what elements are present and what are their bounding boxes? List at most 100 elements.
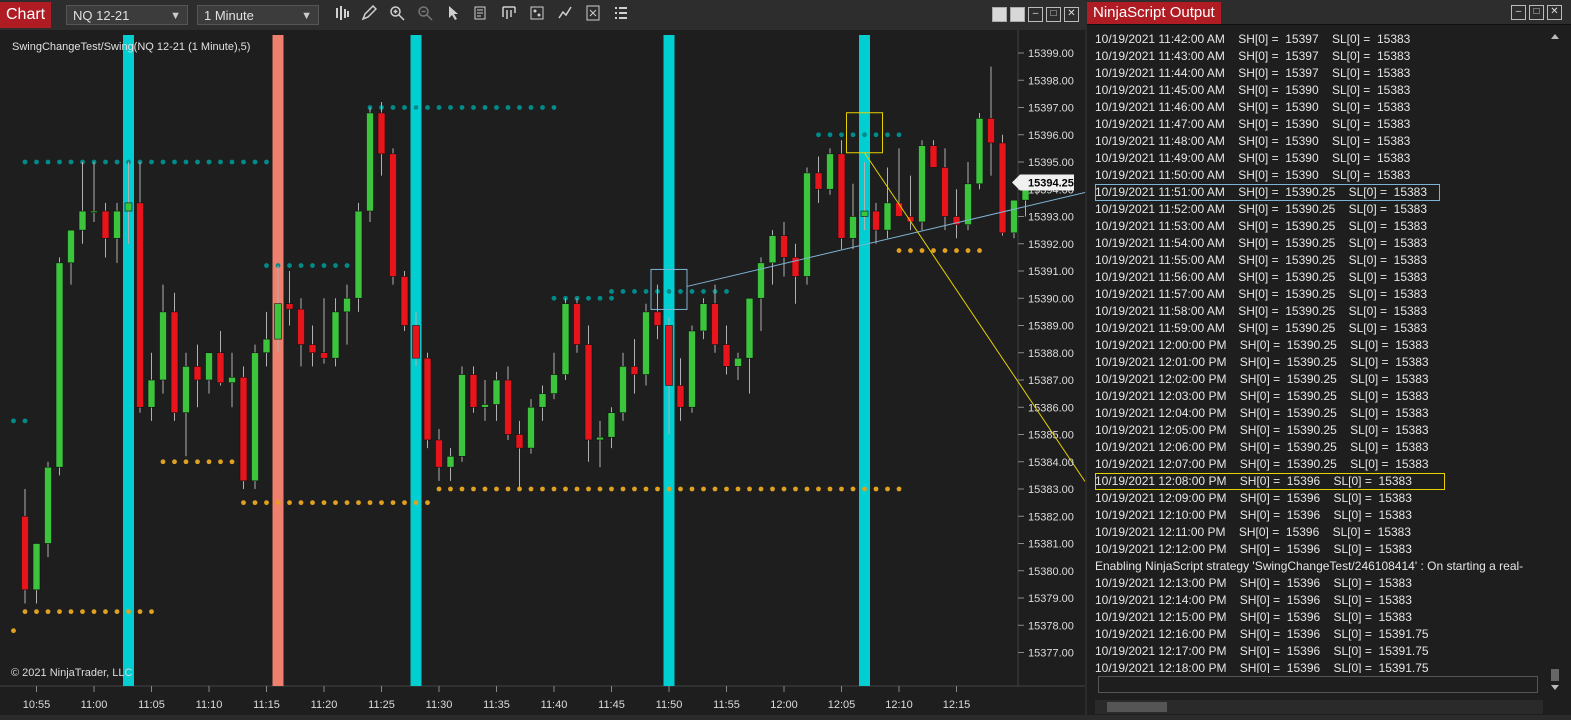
swing-high-dot <box>517 105 522 110</box>
x-tick-label: 11:30 <box>426 699 453 711</box>
y-tick-label: 15398.00 <box>1028 75 1074 87</box>
zoom-in-icon[interactable] <box>387 5 407 25</box>
swing-low-dot <box>413 500 419 506</box>
scroll-thumb[interactable] <box>1551 669 1559 681</box>
bar-type-icon[interactable] <box>332 5 352 25</box>
chevron-down-icon: ▼ <box>170 10 181 22</box>
chart-trader-icon[interactable] <box>555 5 575 25</box>
swing-low-dot <box>298 500 304 506</box>
y-tick-label: 15379.00 <box>1028 593 1074 605</box>
candle-body <box>492 379 501 405</box>
x-tick-label: 10:55 <box>23 699 51 711</box>
price-chart[interactable]: 15377.00 15378.00 15379.00 15380.00 15381.00… <box>0 30 1086 715</box>
swing-low-dot <box>643 486 649 492</box>
zoom-out-icon[interactable] <box>415 5 435 25</box>
swing-high-dot <box>402 105 407 110</box>
signal-highlight-bar <box>272 35 284 686</box>
swing-high-dot <box>471 105 476 110</box>
properties-icon[interactable] <box>499 5 519 25</box>
swing-high-dot <box>551 295 557 301</box>
swing-low-dot <box>563 486 568 492</box>
swing-low-dot <box>91 609 97 615</box>
scroll-down-icon[interactable] <box>1551 685 1559 690</box>
candle-body <box>527 406 535 449</box>
chart-canvas[interactable]: 15377.00 15378.00 15379.00 15380.00 15381.00… <box>0 30 1086 715</box>
close-button[interactable]: ✕ <box>1064 7 1079 22</box>
output-line: 10/19/2021 11:56:00 AM SH[0] = 15390.25 … <box>1095 270 1428 284</box>
candle-body <box>124 202 133 212</box>
swing-high-dot <box>839 132 844 138</box>
tile-left-icon[interactable] <box>992 7 1007 22</box>
close-button[interactable]: ✕ <box>1547 5 1562 20</box>
minimize-button[interactable]: – <box>1511 5 1526 20</box>
candle-body <box>262 338 271 354</box>
swing-high-dot <box>551 105 557 110</box>
minimize-button[interactable]: – <box>1028 7 1043 22</box>
vertical-scrollbar[interactable] <box>1545 31 1565 695</box>
candle-body <box>239 376 248 482</box>
swing-high-dot <box>494 105 499 110</box>
y-tick-label: 15387.00 <box>1028 375 1074 387</box>
candle-body <box>918 145 926 223</box>
swing-high-dot <box>862 132 867 138</box>
swing-high-dot <box>586 295 591 301</box>
candle-body <box>607 412 616 438</box>
swing-low-dot <box>655 486 660 492</box>
output-line: 10/19/2021 12:09:00 PM SH[0] = 15396 SL[… <box>1095 491 1412 505</box>
instrument-selector[interactable]: NQ 12-21 ▼ <box>66 5 188 25</box>
interval-selector[interactable]: 1 Minute ▼ <box>197 5 319 25</box>
swing-low-dot <box>11 628 16 634</box>
swing-low-dot <box>321 500 327 506</box>
pencil-icon[interactable] <box>359 4 379 25</box>
swing-high-dot <box>344 263 350 268</box>
y-tick-label: 15384.00 <box>1028 457 1074 469</box>
chart-window-title[interactable]: Chart <box>0 2 52 28</box>
candle-body <box>642 311 650 375</box>
x-tick-label: 11:55 <box>713 699 740 711</box>
notes-icon[interactable] <box>583 5 603 25</box>
swing-low-dot <box>448 486 453 492</box>
x-tick-label: 11:40 <box>541 699 568 711</box>
hscroll-thumb[interactable] <box>1107 702 1167 712</box>
pointer-icon[interactable] <box>443 5 463 25</box>
chart-toolbar: Chart NQ 12-21 ▼ 1 Minute ▼ – □ ✕ <box>0 0 1085 31</box>
swing-high-dot <box>896 132 902 138</box>
candle-body <box>389 153 397 277</box>
swing-high-dot <box>22 418 28 424</box>
candle-body <box>883 202 892 231</box>
menu-icon[interactable] <box>611 5 631 25</box>
swing-low-dot <box>275 500 281 506</box>
x-tick-label: 11:25 <box>368 699 395 711</box>
swing-low-dot <box>666 486 672 492</box>
output-log[interactable]: 10/19/2021 11:42:00 AM SH[0] = 15397 SL[… <box>1095 31 1541 673</box>
scroll-up-icon[interactable] <box>1551 34 1559 39</box>
swing-low-dot <box>942 248 948 253</box>
output-window-title[interactable]: NinjaScript Output <box>1087 2 1221 24</box>
strategies-icon[interactable] <box>527 5 547 25</box>
swing-high-dot <box>678 289 683 294</box>
tile-right-icon[interactable] <box>1010 7 1025 22</box>
candle-body <box>320 352 328 359</box>
candle-body <box>964 183 972 225</box>
output-input-box[interactable] <box>1098 676 1538 693</box>
candle-body <box>768 235 777 264</box>
output-line: 10/19/2021 12:02:00 PM SH[0] = 15390.25 … <box>1095 372 1429 386</box>
output-line: 10/19/2021 11:48:00 AM SH[0] = 15390 SL[… <box>1095 134 1411 148</box>
data-box-icon[interactable] <box>471 5 491 25</box>
swing-low-dot <box>149 609 154 615</box>
output-line: 10/19/2021 11:45:00 AM SH[0] = 15390 SL[… <box>1095 83 1411 97</box>
candle-body <box>136 202 144 408</box>
candle-body <box>975 118 984 185</box>
horizontal-scrollbar[interactable] <box>1095 700 1543 714</box>
swing-high-dot <box>298 263 304 268</box>
swing-high-dot <box>413 105 419 110</box>
candle-body <box>515 434 524 449</box>
candle-body <box>32 543 41 591</box>
maximize-button[interactable]: □ <box>1529 5 1544 20</box>
swing-low-dot <box>816 486 821 492</box>
swing-high-dot <box>724 289 729 294</box>
maximize-button[interactable]: □ <box>1046 7 1061 22</box>
swing-high-dot <box>206 159 212 165</box>
swing-low-dot <box>402 500 407 506</box>
swing-low-dot <box>172 459 177 465</box>
